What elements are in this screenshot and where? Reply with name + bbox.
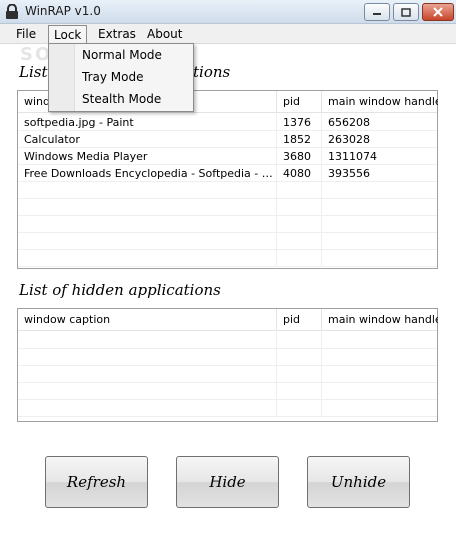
- cell-handle: 656208: [328, 116, 370, 129]
- list-header: window caption pid main window handle: [18, 309, 438, 331]
- empty-row: [18, 400, 437, 417]
- menu-extras[interactable]: Extras: [93, 25, 141, 43]
- cell-caption: Calculator: [18, 131, 277, 148]
- cell-caption: Free Downloads Encyclopedia - Softpedia …: [18, 165, 277, 182]
- hidden-list-title: List of hidden applications: [19, 281, 221, 299]
- table-row[interactable]: Windows Media Player 3680 1311074: [18, 148, 437, 165]
- menu-item-stealth-mode[interactable]: Stealth Mode: [82, 92, 161, 106]
- table-row[interactable]: softpedia.jpg - Paint 1376 656208: [18, 114, 437, 131]
- cell-pid: 1376: [277, 114, 322, 131]
- close-button[interactable]: [422, 3, 454, 21]
- visible-list-title-end: tions: [193, 63, 231, 81]
- hide-button[interactable]: Hide: [176, 456, 279, 508]
- window-title: WinRAP v1.0: [25, 4, 101, 18]
- table-row[interactable]: Free Downloads Encyclopedia - Softpedia …: [18, 165, 437, 182]
- menu-item-tray-mode[interactable]: Tray Mode: [82, 70, 143, 84]
- lock-menu-dropdown: Normal Mode Tray Mode Stealth Mode: [48, 43, 194, 112]
- cell-caption: Windows Media Player: [18, 148, 277, 165]
- cell-handle: 393556: [328, 167, 370, 180]
- empty-row: [18, 383, 437, 400]
- title-bar[interactable]: WinRAP v1.0: [0, 0, 456, 24]
- cell-pid: 3680: [277, 148, 322, 165]
- menu-file[interactable]: File: [11, 25, 41, 43]
- menu-bar: File Lock Extras About: [0, 24, 456, 44]
- cell-pid: 4080: [277, 165, 322, 182]
- empty-row: [18, 216, 437, 233]
- visible-apps-list[interactable]: windo pid main window handle softpedia.j…: [17, 90, 438, 269]
- empty-row: [18, 182, 437, 199]
- empty-row: [18, 250, 437, 267]
- column-header-window-caption[interactable]: window caption: [18, 309, 277, 331]
- cell-pid: 1852: [277, 131, 322, 148]
- visible-list-title-start: List: [19, 63, 48, 81]
- column-header-pid[interactable]: pid: [277, 91, 322, 113]
- minimize-icon: [373, 13, 381, 15]
- empty-row: [18, 349, 437, 366]
- hidden-apps-list[interactable]: window caption pid main window handle: [17, 308, 438, 422]
- refresh-button[interactable]: Refresh: [45, 456, 148, 508]
- lock-icon: [6, 4, 18, 19]
- maximize-button[interactable]: [393, 3, 419, 21]
- menu-icon-strip: [49, 44, 75, 111]
- unhide-button[interactable]: Unhide: [307, 456, 410, 508]
- table-row[interactable]: Calculator 1852 263028: [18, 131, 437, 148]
- menu-item-normal-mode[interactable]: Normal Mode: [82, 48, 162, 62]
- column-header-handle[interactable]: main window handle: [322, 309, 438, 331]
- minimize-button[interactable]: [364, 3, 390, 21]
- empty-row: [18, 366, 437, 383]
- menu-about[interactable]: About: [142, 25, 187, 43]
- maximize-icon: [401, 7, 411, 17]
- cell-handle: 263028: [328, 133, 370, 146]
- empty-row: [18, 332, 437, 349]
- cell-handle: 1311074: [328, 150, 377, 163]
- column-header-pid[interactable]: pid: [277, 309, 322, 331]
- close-icon: [433, 7, 443, 17]
- column-header-handle[interactable]: main window handle: [322, 91, 438, 113]
- empty-row: [18, 199, 437, 216]
- cell-caption: softpedia.jpg - Paint: [18, 114, 277, 131]
- menu-lock[interactable]: Lock: [48, 25, 88, 43]
- empty-row: [18, 233, 437, 250]
